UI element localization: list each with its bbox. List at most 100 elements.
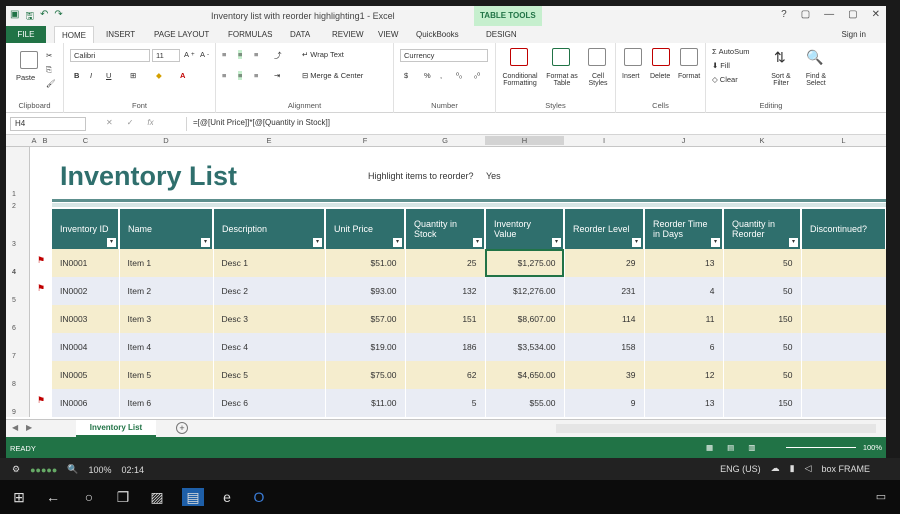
- table-header-cell[interactable]: Quantity in Reorder ▾: [723, 209, 802, 249]
- tab-quickbooks[interactable]: QuickBooks: [416, 30, 459, 39]
- sort-filter-icon[interactable]: ⇅: [774, 49, 786, 66]
- wrap-text-button[interactable]: ↵ Wrap Text: [302, 50, 344, 59]
- table-cell[interactable]: $57.00: [325, 305, 406, 333]
- table-cell[interactable]: Item 1: [119, 249, 214, 277]
- tab-formulas[interactable]: FORMULAS: [228, 30, 272, 39]
- find-select-button[interactable]: Find & Select: [800, 73, 832, 87]
- font-size-select[interactable]: 11: [152, 49, 180, 62]
- table-cell[interactable]: [801, 361, 886, 389]
- indent-icon[interactable]: ⇥: [274, 71, 280, 80]
- format-as-table-icon[interactable]: [552, 48, 570, 66]
- column-header-k[interactable]: K: [723, 136, 801, 145]
- table-cell[interactable]: Item 4: [119, 333, 214, 361]
- sign-in-link[interactable]: Sign in: [842, 30, 866, 39]
- shrink-font-icon[interactable]: A-: [200, 50, 209, 59]
- table-cell[interactable]: IN0005: [52, 361, 120, 389]
- table-cell[interactable]: $8,607.00: [485, 305, 565, 333]
- page-break-view-icon[interactable]: ▥: [748, 443, 755, 452]
- row-header-7[interactable]: 7: [12, 353, 16, 360]
- settings-icon[interactable]: ⚙: [12, 464, 20, 475]
- tab-view[interactable]: VIEW: [378, 30, 398, 39]
- delete-button[interactable]: Delete: [650, 73, 670, 80]
- orientation-icon[interactable]: ⤴: [274, 50, 282, 61]
- bold-button[interactable]: B: [74, 71, 79, 80]
- table-cell[interactable]: [801, 277, 886, 305]
- table-cell[interactable]: $75.00: [325, 361, 406, 389]
- comma-button[interactable]: ,: [440, 71, 442, 80]
- grow-font-icon[interactable]: A +: [184, 50, 195, 59]
- windows-start-icon[interactable]: ⊞: [10, 488, 28, 506]
- table-cell[interactable]: 5: [405, 389, 486, 417]
- table-cell[interactable]: 150: [723, 389, 802, 417]
- fill-button[interactable]: ⬇ Fill: [712, 61, 730, 70]
- bottom-align-icon[interactable]: ≡: [254, 50, 258, 59]
- table-cell[interactable]: 50: [723, 249, 802, 277]
- top-align-icon[interactable]: ≡: [222, 50, 226, 59]
- close-button[interactable]: ✕: [872, 9, 880, 20]
- next-sheet-icon[interactable]: ▶: [26, 423, 32, 432]
- prev-sheet-icon[interactable]: ◀: [12, 423, 18, 432]
- paste-icon[interactable]: [20, 51, 38, 69]
- copy-icon[interactable]: ⎘: [46, 65, 52, 75]
- binoculars-icon[interactable]: 🔍: [806, 49, 823, 66]
- cancel-icon[interactable]: ✕: [106, 118, 113, 127]
- table-cell[interactable]: 12: [644, 361, 724, 389]
- filter-dropdown-icon[interactable]: ▾: [473, 238, 482, 247]
- help-button[interactable]: ?: [781, 9, 787, 20]
- filter-dropdown-icon[interactable]: ▾: [107, 238, 116, 247]
- sheet-tab-inventory-list[interactable]: Inventory List: [76, 420, 156, 437]
- save-icon[interactable]: 🖫: [25, 9, 34, 26]
- undo-icon[interactable]: ↶: [40, 9, 48, 26]
- task-view-icon[interactable]: ❐: [114, 488, 132, 506]
- table-cell[interactable]: Item 5: [119, 361, 214, 389]
- align-right-icon[interactable]: ≡: [254, 71, 258, 80]
- table-cell[interactable]: 158: [564, 333, 645, 361]
- table-cell[interactable]: 13: [644, 249, 724, 277]
- borders-icon[interactable]: ⊞: [130, 71, 136, 80]
- row-header-2[interactable]: 2: [12, 203, 16, 210]
- table-cell[interactable]: $12,276.00: [485, 277, 565, 305]
- name-box[interactable]: H4: [10, 117, 86, 131]
- table-cell[interactable]: Desc 5: [213, 361, 326, 389]
- number-format-select[interactable]: Currency: [400, 49, 488, 62]
- table-cell[interactable]: $1,275.00: [485, 249, 565, 277]
- table-cell[interactable]: [801, 389, 886, 417]
- magnifier-icon[interactable]: 🔍: [67, 464, 78, 475]
- worksheet[interactable]: Inventory List Highlight items to reorde…: [30, 147, 886, 419]
- align-center-icon[interactable]: ≡: [238, 71, 243, 80]
- row-header-6[interactable]: 6: [12, 325, 16, 332]
- table-cell[interactable]: Item 2: [119, 277, 214, 305]
- font-name-select[interactable]: Calibri: [70, 49, 150, 62]
- table-cell[interactable]: $4,650.00: [485, 361, 565, 389]
- outlook-icon[interactable]: O: [250, 488, 268, 506]
- filter-dropdown-icon[interactable]: ▾: [393, 238, 402, 247]
- clear-button[interactable]: ◇ Clear: [712, 75, 738, 84]
- middle-align-icon[interactable]: ≡: [238, 50, 243, 59]
- table-cell[interactable]: [801, 249, 886, 277]
- table-cell[interactable]: IN0004: [52, 333, 120, 361]
- row-header-1[interactable]: 1: [12, 191, 16, 198]
- column-header-l[interactable]: L: [801, 136, 886, 145]
- table-cell[interactable]: Desc 3: [213, 305, 326, 333]
- table-cell[interactable]: $11.00: [325, 389, 406, 417]
- table-cell[interactable]: 50: [723, 277, 802, 305]
- table-cell[interactable]: Desc 4: [213, 333, 326, 361]
- filter-dropdown-icon[interactable]: ▾: [201, 238, 210, 247]
- table-header-cell[interactable]: Inventory ID ▾: [52, 209, 120, 249]
- table-header-cell[interactable]: Quantity in Stock ▾: [405, 209, 486, 249]
- tab-insert[interactable]: INSERT: [106, 30, 135, 39]
- filter-dropdown-icon[interactable]: ▾: [552, 238, 561, 247]
- table-cell[interactable]: 186: [405, 333, 486, 361]
- row-header-4[interactable]: 4: [12, 269, 16, 276]
- table-cell[interactable]: Item 6: [119, 389, 214, 417]
- normal-view-icon[interactable]: ▦: [706, 443, 713, 452]
- insert-cells-icon[interactable]: [624, 48, 642, 66]
- table-cell[interactable]: 4: [644, 277, 724, 305]
- table-cell[interactable]: 231: [564, 277, 645, 305]
- table-cell[interactable]: IN0002: [52, 277, 120, 305]
- notifications-icon[interactable]: ▭: [872, 488, 890, 506]
- tab-file[interactable]: FILE: [6, 26, 46, 43]
- table-cell[interactable]: 13: [644, 389, 724, 417]
- currency-button[interactable]: $: [404, 71, 408, 80]
- underline-button[interactable]: U: [106, 71, 111, 80]
